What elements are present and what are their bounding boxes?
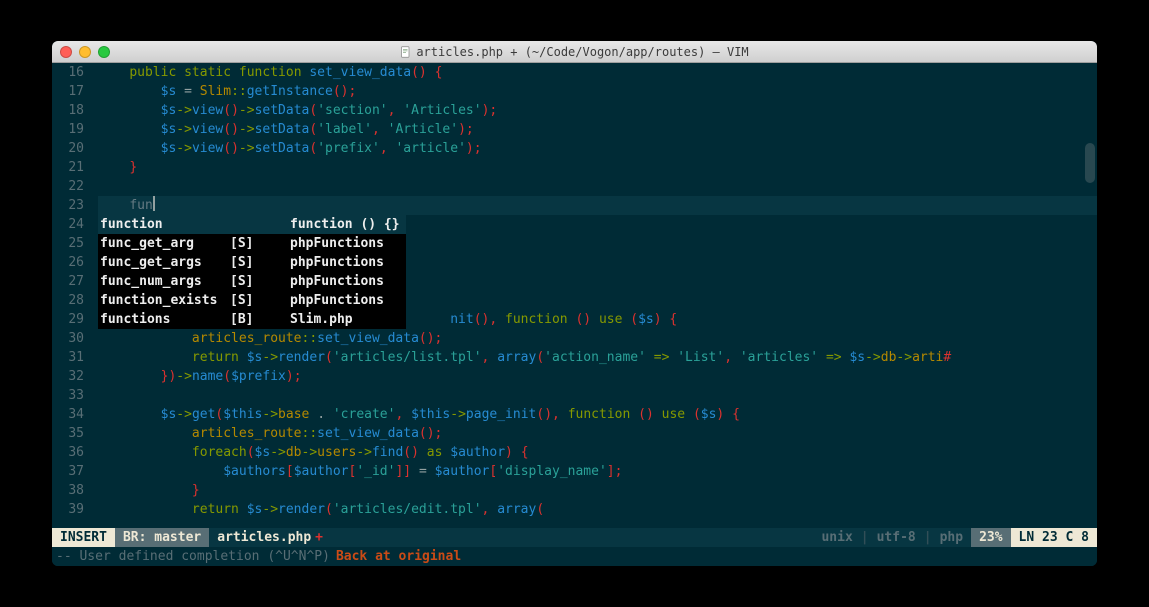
status-modified: + [311, 530, 323, 545]
line-number: 39 [52, 500, 84, 519]
scrollbar-thumb[interactable] [1085, 143, 1095, 183]
window-title: articles.php + (~/Code/Vogon/app/routes)… [52, 45, 1097, 59]
window-title-text: articles.php + (~/Code/Vogon/app/routes)… [416, 45, 748, 59]
message-suffix: Back at original [336, 549, 461, 564]
line-number: 37 [52, 462, 84, 481]
editor[interactable]: 1617181920212223242526272829303132333435… [52, 63, 1097, 528]
code-line[interactable]: return $s->render('articles/edit.tpl', a… [98, 500, 1097, 519]
line-number-gutter: 1617181920212223242526272829303132333435… [52, 63, 90, 519]
vim-window: articles.php + (~/Code/Vogon/app/routes)… [52, 41, 1097, 566]
line-number: 24 [52, 215, 84, 234]
traffic-lights [52, 46, 110, 58]
line-number: 38 [52, 481, 84, 500]
line-number: 31 [52, 348, 84, 367]
line-number: 29 [52, 310, 84, 329]
code-line[interactable]: fun [98, 196, 1097, 215]
line-number: 28 [52, 291, 84, 310]
line-number: 19 [52, 120, 84, 139]
completion-item[interactable]: functionfunction () {} [98, 215, 406, 234]
status-line-col: LN 23 C 8 [1011, 528, 1097, 547]
line-number: 35 [52, 424, 84, 443]
message-line: -- User defined completion (^U^N^P) Back… [52, 547, 1097, 566]
line-number: 16 [52, 63, 84, 82]
status-encoding: utf-8 [877, 530, 916, 545]
completion-item[interactable]: func_get_args[S]phpFunctions [98, 253, 406, 272]
line-number: 26 [52, 253, 84, 272]
status-fileformat: unix [821, 530, 852, 545]
status-spacer [331, 528, 813, 547]
code-line[interactable]: } [98, 481, 1097, 500]
status-info: unix | utf-8 | php [813, 528, 971, 547]
code-line[interactable] [98, 386, 1097, 405]
completion-popup[interactable]: functionfunction () {}func_get_arg[S]php… [98, 215, 406, 329]
status-file: articles.php + [209, 528, 331, 547]
completion-item[interactable]: function_exists[S]phpFunctions [98, 291, 406, 310]
minimize-button[interactable] [79, 46, 91, 58]
status-line: LN 23 [1019, 530, 1058, 545]
code-line[interactable]: return $s->render('articles/list.tpl', a… [98, 348, 1097, 367]
status-bar: INSERT BR: master articles.php + unix | … [52, 528, 1097, 547]
line-number: 17 [52, 82, 84, 101]
status-filename: articles.php [217, 530, 311, 545]
code-line[interactable]: articles_route::set_view_data(); [98, 329, 1097, 348]
line-number: 20 [52, 139, 84, 158]
line-number: 21 [52, 158, 84, 177]
code-line[interactable]: foreach($s->db->users->find() as $author… [98, 443, 1097, 462]
status-branch: BR: master [115, 528, 209, 547]
line-number: 33 [52, 386, 84, 405]
status-mode: INSERT [52, 528, 115, 547]
line-number: 18 [52, 101, 84, 120]
message-prefix: -- User defined completion (^U^N^P) [56, 549, 330, 564]
line-number: 27 [52, 272, 84, 291]
line-number: 22 [52, 177, 84, 196]
status-col: C 8 [1066, 530, 1089, 545]
completion-item[interactable]: func_get_arg[S]phpFunctions [98, 234, 406, 253]
code-line[interactable] [98, 177, 1097, 196]
code-line[interactable]: $s->view()->setData('section', 'Articles… [98, 101, 1097, 120]
status-percent: 23% [971, 528, 1010, 547]
titlebar: articles.php + (~/Code/Vogon/app/routes)… [52, 41, 1097, 63]
code-line[interactable]: $s->view()->setData('prefix', 'article')… [98, 139, 1097, 158]
status-filetype: php [940, 530, 963, 545]
close-button[interactable] [60, 46, 72, 58]
completion-item[interactable]: functions[B]Slim.php [98, 310, 406, 329]
line-number: 23 [52, 196, 84, 215]
line-number: 30 [52, 329, 84, 348]
code-line[interactable]: $s->get($this->base . 'create', $this->p… [98, 405, 1097, 424]
code-line[interactable]: })->name($prefix); [98, 367, 1097, 386]
file-icon [400, 46, 412, 58]
code-line[interactable]: $s->view()->setData('label', 'Article'); [98, 120, 1097, 139]
code-line[interactable]: } [98, 158, 1097, 177]
code-line[interactable]: $authors[$author['_id']] = $author['disp… [98, 462, 1097, 481]
completion-item[interactable]: func_num_args[S]phpFunctions [98, 272, 406, 291]
line-number: 32 [52, 367, 84, 386]
line-number: 34 [52, 405, 84, 424]
line-number: 36 [52, 443, 84, 462]
zoom-button[interactable] [98, 46, 110, 58]
code-line[interactable]: public static function set_view_data() { [98, 63, 1097, 82]
code-line[interactable]: articles_route::set_view_data(); [98, 424, 1097, 443]
line-number: 25 [52, 234, 84, 253]
code-line[interactable]: $s = Slim::getInstance(); [98, 82, 1097, 101]
